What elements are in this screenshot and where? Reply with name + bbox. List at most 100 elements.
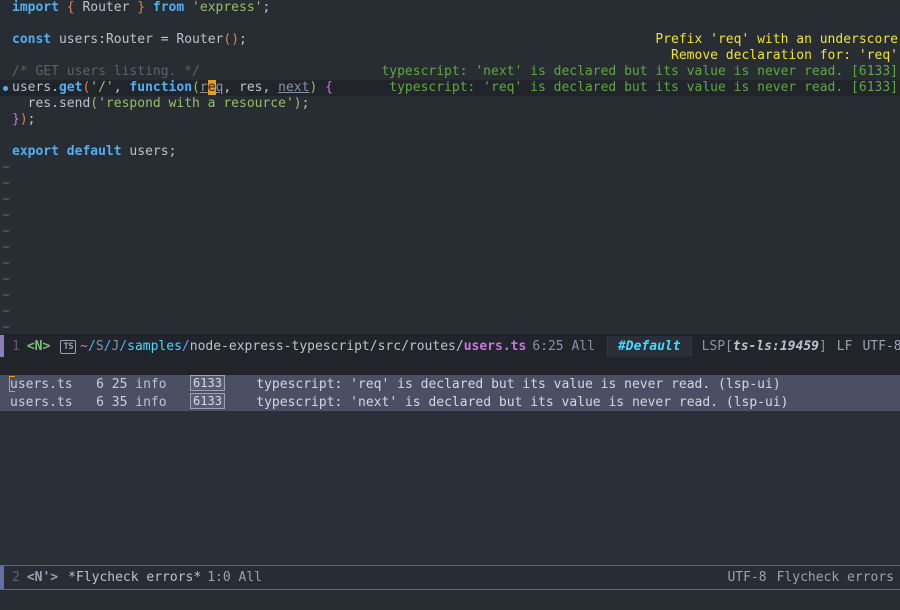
code-token: /* GET users listing. */ [12,64,200,79]
code-line-5[interactable]: /* GET users listing. */ [0,64,900,80]
path-sep-4: / [181,338,190,354]
flycheck-errors-window[interactable]: File Line Col Level ID Message (Checker)… [0,357,900,565]
code-line-1[interactable]: import { Router } from 'express'; [0,0,900,16]
cursor-position-bottom: 1:0 All [207,569,262,585]
code-line-10[interactable]: export default users; [0,144,900,160]
typescript-file-icon: TS [60,339,77,354]
lsp-server-id: ts-ls:19459 [732,338,819,354]
window-number-bottom: 2 [12,569,20,585]
table-row[interactable]: users.ts 6 25 info 6133 typescript: 'req… [0,375,900,393]
empty-line-marker: ~ [0,176,900,192]
evil-state-indicator: <N> [26,338,51,354]
code-token: ) [231,32,240,47]
buffer-name: *Flycheck errors* [68,569,202,585]
table-row[interactable]: users.ts 6 35 info 6133 typescript: 'nex… [0,393,900,411]
modeline-top[interactable]: 1 <N> TS ~ / S / J / samples / node-express-type… [0,334,900,359]
eol-indicator[interactable]: LF [827,339,853,355]
empty-line-marker: ~ [0,256,900,272]
emacs-frame: import { Router } from 'express'; const … [0,0,900,610]
code-token: , res, [223,80,279,95]
path-remainder: node-express-typescript/src/routes/ [189,338,464,354]
code-token: } [12,112,20,127]
cursor-position: 6:25 All [532,338,595,354]
breakpoint-dot-icon [3,86,8,91]
code-token: users [51,32,99,47]
cell-file: users.ts [10,395,89,410]
code-token: ( [192,80,200,95]
modeline-bottom[interactable]: 2 <N'> *Flycheck errors* 1:0 All UTF-8 F… [0,565,900,590]
code-token: get [58,80,83,95]
code-token: ; [27,112,36,127]
code-token: from [152,0,185,15]
lsp-suffix: ] [818,338,827,354]
empty-line-marker: ~ [0,320,900,334]
code-line-3[interactable]: const users:Router = Router(); [0,32,900,48]
code-token: { [325,80,333,95]
text-cursor: e [207,80,216,95]
code-token: 'respond with a resource' [98,96,294,111]
code-token: . [51,80,59,95]
evil-state-indicator-bottom: <N'> [26,569,59,585]
code-token: ; [168,144,177,159]
tilde-icon: ~ [2,304,10,319]
code-token: send [58,96,91,111]
code-lines[interactable]: import { Router } from 'express'; const … [0,0,900,160]
flycheck-table-header[interactable]: File Line Col Level ID Message (Checker) [0,357,900,391]
cell-spacer [182,377,190,392]
major-mode-indicator-bottom[interactable]: Flycheck errors [777,570,900,586]
cell-level: info [135,395,183,410]
code-token: ) [293,96,302,111]
code-line-9[interactable] [0,128,900,144]
tilde-icon: ~ [2,320,10,334]
code-editor-window[interactable]: import { Router } from 'express'; const … [0,0,900,334]
cell-id: 6133 [190,393,225,409]
code-token: next [278,80,310,95]
cell-id: 6133 [190,375,225,391]
lsp-status[interactable]: LSP[ts-ls:19459] [692,339,827,355]
code-token: : [98,32,106,47]
code-line-6[interactable]: users.get('/', function(req, res, next) … [0,80,900,96]
path-sep-3: / [119,338,128,354]
code-line-4[interactable] [0,48,900,64]
code-token: ( [90,96,99,111]
code-token: default [66,144,122,159]
echo-area-signature: get(path: PathParams, ...handlers: Reque… [0,590,900,610]
code-token: = [152,32,177,47]
empty-line-marker: ~ [0,272,900,288]
modeline-file-name: users.ts [463,338,527,354]
code-token: const [12,32,52,47]
encoding-indicator-bottom[interactable]: UTF-8 [727,570,776,586]
code-token: res [27,96,52,111]
cell-level: info [135,377,183,392]
cell-spacer-2 [225,377,256,392]
code-token: Router [74,0,138,15]
row-cursor [9,376,15,392]
code-line-8[interactable]: }); [0,112,900,128]
code-token: '/' [90,80,114,95]
cell-spacer [182,395,190,410]
flycheck-rows[interactable]: users.ts 6 25 info 6133 typescript: 'req… [0,375,900,411]
code-token: ( [223,32,232,47]
cell-message: typescript: 'next' is declared but its v… [256,395,789,410]
workspace-indicator[interactable]: #Default [606,335,692,358]
code-token: } [137,0,146,15]
path-sep-1: / [87,338,96,354]
cell-line: 6 [88,395,112,410]
empty-line-fringe-tildes: ~ ~ ~ ~ ~ ~ ~ ~ ~ ~ ~ [0,160,900,334]
code-token: 'express' [192,0,263,15]
code-token: Router [176,32,224,47]
tilde-icon: ~ [2,176,10,191]
path-sep-2: / [103,338,112,354]
path-segment-samples: samples [127,338,182,354]
code-token: import [12,0,59,15]
tilde-icon: ~ [2,224,10,239]
encoding-indicator[interactable]: UTF-8 [852,339,900,355]
code-line-7[interactable]: res.send('respond with a resource'); [0,96,900,112]
code-token: users [121,144,169,159]
path-home-tilde: ~ [80,338,88,354]
code-line-2[interactable] [0,16,900,32]
code-token: ; [239,32,247,47]
